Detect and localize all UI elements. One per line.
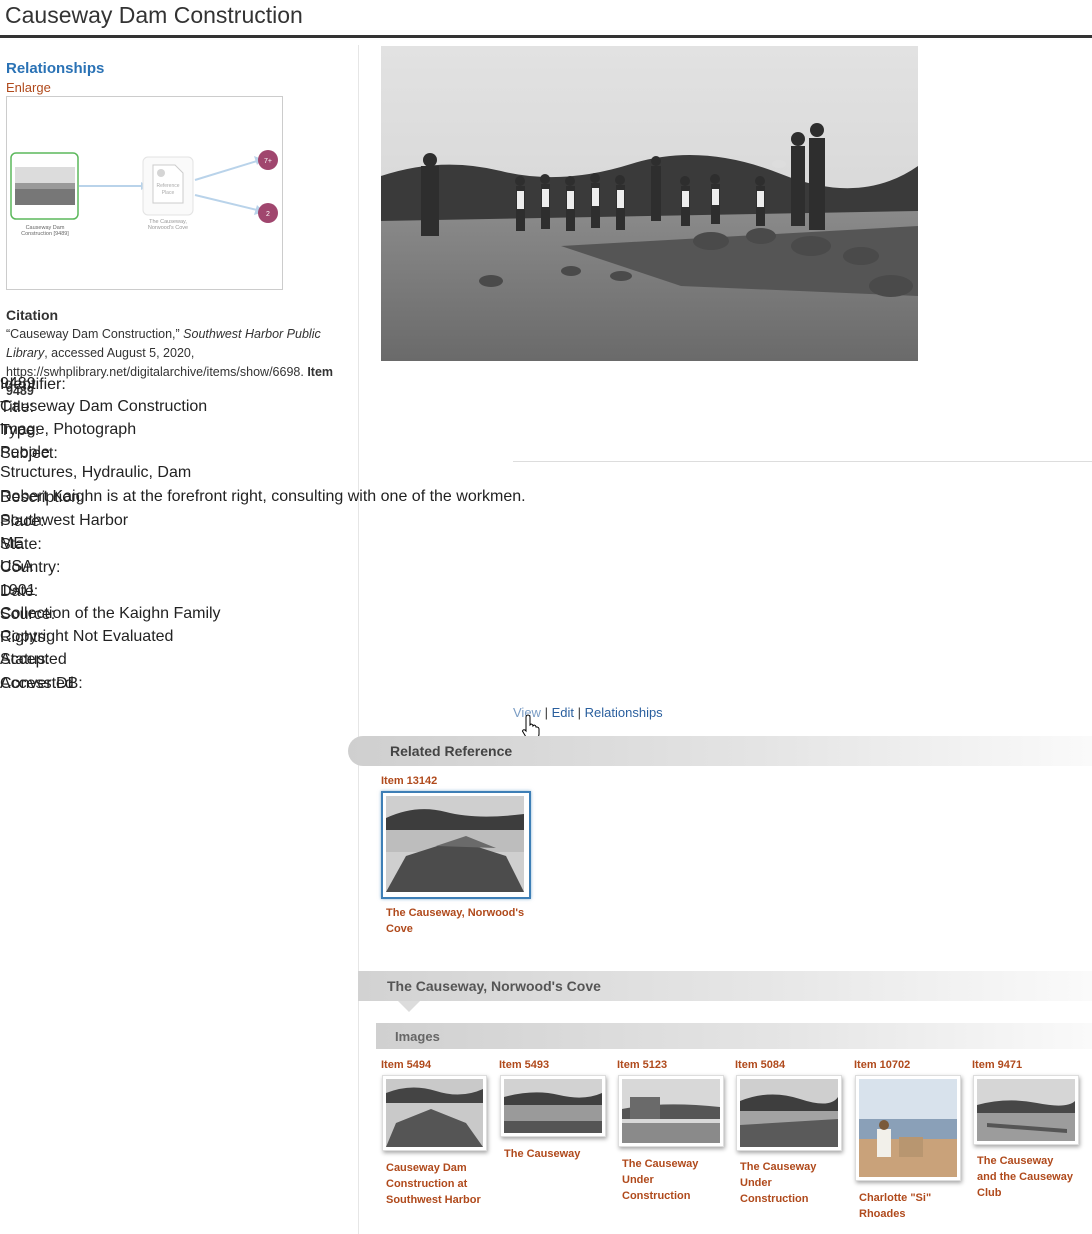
image-item-label[interactable]: Item 5123 xyxy=(617,1059,667,1071)
relationships-heading: Relationships xyxy=(6,60,105,77)
image-item-label[interactable]: Item 5494 xyxy=(381,1059,431,1071)
image-thumbnail[interactable] xyxy=(855,1075,961,1181)
place-section-pointer xyxy=(398,1001,420,1012)
graph-item-caption-2: Construction [9489] xyxy=(21,231,69,237)
image-caption[interactable]: The Causeway and the Causeway Club xyxy=(977,1153,1073,1201)
subject-link-people[interactable]: People xyxy=(0,444,50,462)
citation-heading: Citation xyxy=(6,307,59,323)
type-link[interactable]: Image, Photograph xyxy=(0,421,136,439)
image-thumbnail[interactable] xyxy=(382,1075,487,1151)
main-photograph[interactable] xyxy=(381,46,918,361)
identifier-value: 9489 xyxy=(0,375,36,392)
related-reference-heading: Related Reference xyxy=(390,743,513,759)
page-header: Causeway Dam Construction xyxy=(0,0,1092,38)
graph-ref-label-2: Place xyxy=(162,190,175,196)
related-reference-thumbnail[interactable] xyxy=(381,791,531,899)
image-thumbnail[interactable] xyxy=(500,1075,606,1137)
action-separator: | xyxy=(577,705,582,720)
subject-divider xyxy=(513,461,1092,462)
page-title: Causeway Dam Construction xyxy=(5,2,303,28)
images-heading: Images xyxy=(395,1029,440,1044)
graph-ref-caption-2: Norwood's Cove xyxy=(148,225,188,231)
status-value: Accepted xyxy=(0,651,67,668)
description-value: Robert Kaighn is at the forefront right,… xyxy=(0,488,526,505)
svg-text:2: 2 xyxy=(266,211,270,218)
graph-ref-label-1: Reference xyxy=(156,183,179,189)
image-caption[interactable]: Causeway Dam Construction at Southwest H… xyxy=(386,1160,481,1208)
access-db-value: Converted xyxy=(0,675,74,692)
image-caption[interactable]: The Causeway Under Construction xyxy=(622,1156,698,1204)
subject-link-structures[interactable]: Structures, Hydraulic, Dam xyxy=(0,464,191,482)
image-item-label[interactable]: Item 9471 xyxy=(972,1059,1022,1071)
date-value: 1901 xyxy=(0,582,36,599)
related-reference-bar: Related Reference xyxy=(348,736,1092,766)
enlarge-link[interactable]: Enlarge xyxy=(6,80,51,95)
image-thumbnail[interactable] xyxy=(736,1075,842,1151)
image-item-label[interactable]: Item 5493 xyxy=(499,1059,549,1071)
related-reference-caption[interactable]: The Causeway, Norwood's Cove xyxy=(386,905,524,937)
image-item-label[interactable]: Item 5084 xyxy=(735,1059,785,1071)
relationship-graph[interactable]: Causeway Dam Construction [9489] Referen… xyxy=(6,96,283,290)
place-value: Southwest Harbor xyxy=(0,512,129,529)
place-section-heading: The Causeway, Norwood's Cove xyxy=(387,978,601,994)
image-caption[interactable]: The Causeway Under Construction xyxy=(740,1159,816,1207)
graph-reference-node[interactable]: Reference Place xyxy=(142,156,194,216)
graph-badge-1[interactable]: 7+ xyxy=(258,150,278,170)
image-caption[interactable]: The Causeway xyxy=(504,1146,580,1162)
place-section-bar: The Causeway, Norwood's Cove xyxy=(358,971,1092,1001)
country-value: USA xyxy=(0,558,33,575)
column-divider xyxy=(358,45,359,1234)
related-item-label[interactable]: Item 13142 xyxy=(381,775,437,787)
images-bar: Images xyxy=(376,1023,1092,1049)
action-separator: | xyxy=(544,705,548,720)
graph-badge-2[interactable]: 2 xyxy=(258,203,278,223)
source-link[interactable]: Collection of the Kaighn Family xyxy=(0,605,221,623)
svg-text:7+: 7+ xyxy=(264,158,272,165)
relationships-link[interactable]: Relationships xyxy=(585,705,663,720)
edit-link[interactable]: Edit xyxy=(552,705,574,720)
image-thumbnail[interactable] xyxy=(618,1075,724,1147)
state-value: ME xyxy=(0,535,24,552)
graph-item-node[interactable] xyxy=(10,152,79,220)
image-item-label[interactable]: Item 10702 xyxy=(854,1059,910,1071)
title-value: Causeway Dam Construction xyxy=(0,398,208,415)
rights-link[interactable]: Copyright Not Evaluated xyxy=(0,628,173,646)
image-caption[interactable]: Charlotte "Si" Rhoades xyxy=(859,1190,931,1222)
image-thumbnail[interactable] xyxy=(973,1075,1079,1145)
